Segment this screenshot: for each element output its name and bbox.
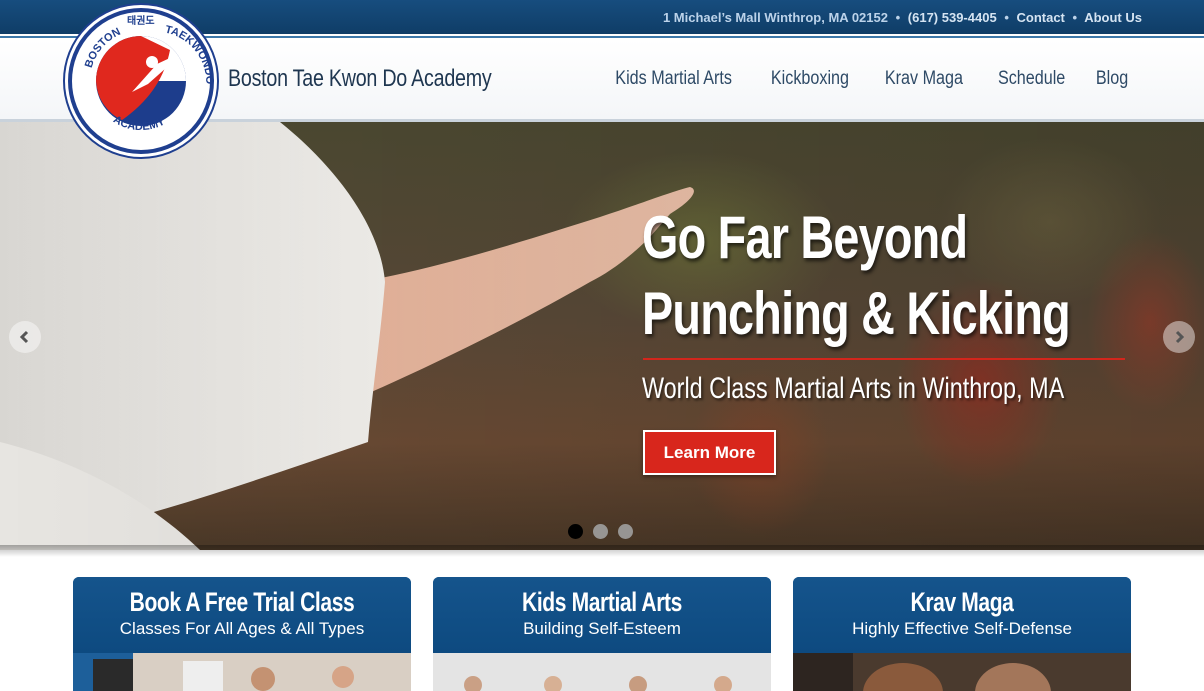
logo-emblem-icon: BOSTON TAEKWONDO ACADEMY 태권도 (63, 3, 219, 159)
card-subtitle: Building Self-Esteem (523, 619, 681, 638)
address-text: 1 Michael’s Mall Winthrop, MA 02152 (662, 10, 888, 25)
site-name[interactable]: Boston Tae Kwon Do Academy (228, 65, 492, 93)
hero-subhead: World Class Martial Arts in Winthrop, MA (642, 372, 1065, 405)
hero-headline-line-1: Go Far Beyond (642, 204, 968, 271)
learn-more-button[interactable]: Learn More (643, 430, 776, 475)
hero-slider: Go Far Beyond Punching & Kicking World C… (0, 122, 1204, 550)
logo-korean-top: 태권도 (127, 14, 155, 27)
nav-item-blog[interactable]: Blog (1086, 68, 1137, 90)
academy-logo[interactable]: BOSTON TAEKWONDO ACADEMY 태권도 (62, 2, 220, 160)
next-slide-button[interactable] (1163, 321, 1195, 353)
slide-dot-3[interactable] (618, 524, 633, 539)
card-subtitle: Classes For All Ages & All Types (119, 619, 365, 638)
card-subtitle: Highly Effective Self-Defense (852, 619, 1072, 638)
card-free-trial[interactable]: Book A Free Trial Class Classes For All … (73, 577, 411, 691)
card-krav-maga[interactable]: Krav Maga Highly Effective Self-Defense (793, 577, 1131, 691)
nav-item-krav-maga[interactable]: Krav Maga (875, 68, 972, 90)
card-title: Kids Martial Arts (522, 587, 682, 617)
card-photo-kids-class (433, 653, 771, 691)
nav-item-kickboxing[interactable]: Kickboxing (762, 68, 859, 90)
card-header: Krav Maga Highly Effective Self-Defense (793, 577, 1131, 653)
main-nav: Kids Martial Arts Kickboxing Krav Maga S… (594, 68, 1142, 90)
headline-divider (643, 358, 1125, 360)
card-header: Book A Free Trial Class Classes For All … (73, 577, 411, 653)
card-header: Kids Martial Arts Building Self-Esteem (433, 577, 771, 653)
contact-link[interactable]: Contact (1017, 10, 1065, 25)
nav-item-schedule[interactable]: Schedule (988, 68, 1074, 90)
hero-headline: Go Far Beyond Punching & Kicking (642, 200, 1071, 352)
slide-dot-2[interactable] (593, 524, 608, 539)
separator: • (1072, 10, 1078, 25)
nav-item-kids-martial-arts[interactable]: Kids Martial Arts (606, 68, 741, 90)
card-photo-krav-maga (793, 653, 1131, 691)
top-links: 1 Michael’s Mall Winthrop, MA 02152 • (6… (663, 10, 1142, 25)
about-us-link[interactable]: About Us (1084, 10, 1142, 25)
slide-dot-1[interactable] (568, 524, 583, 539)
phone-link[interactable]: (617) 539-4405 (908, 10, 997, 25)
card-title: Book A Free Trial Class (129, 587, 355, 617)
chevron-right-icon (1175, 330, 1185, 344)
slide-indicators (568, 524, 633, 539)
separator: • (1004, 10, 1009, 25)
card-kids-martial-arts[interactable]: Kids Martial Arts Building Self-Esteem (433, 577, 771, 691)
card-photo-trial-class (73, 653, 411, 691)
separator: • (895, 10, 901, 25)
hero-headline-line-2: Punching & Kicking (642, 280, 1071, 347)
hero-shadow (0, 545, 1204, 557)
chevron-left-icon (19, 330, 29, 344)
card-title: Krav Maga (910, 587, 1014, 617)
prev-slide-button[interactable] (9, 321, 41, 353)
